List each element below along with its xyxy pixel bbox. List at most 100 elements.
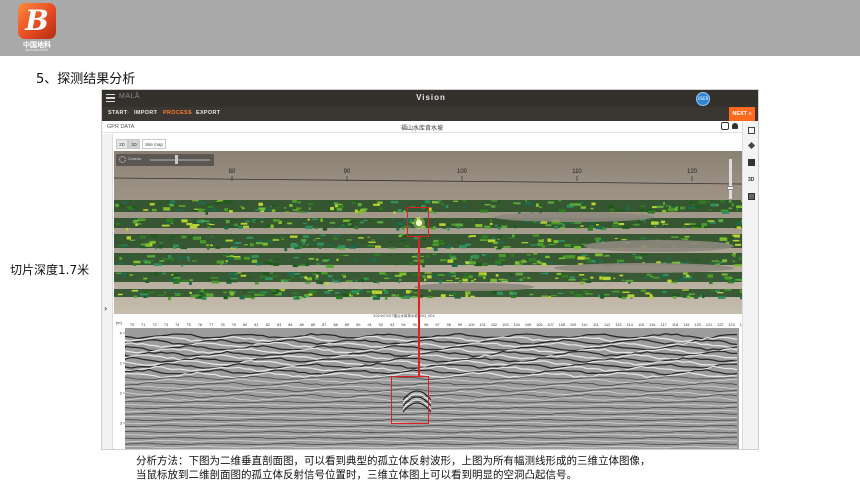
slice-speck bbox=[390, 200, 399, 204]
depth-tick-label: 1 bbox=[120, 361, 123, 366]
slice-speck bbox=[652, 276, 660, 279]
slice-speck bbox=[179, 260, 182, 262]
slice-speck bbox=[557, 292, 564, 295]
slice-speck bbox=[170, 278, 177, 281]
slice-speck bbox=[158, 202, 162, 205]
slice-speck bbox=[224, 200, 233, 204]
pin-icon[interactable] bbox=[747, 141, 756, 150]
slice-speck bbox=[333, 237, 338, 240]
slice-speck bbox=[122, 275, 125, 278]
zoom-slider-thumb[interactable] bbox=[727, 186, 734, 190]
opacity-slider-thumb[interactable] bbox=[175, 155, 178, 164]
slice-speck bbox=[548, 295, 551, 299]
next-button[interactable]: NEXT » bbox=[729, 107, 755, 121]
anomaly-marker-2d bbox=[391, 376, 429, 424]
profile-x-tick-label: 96 bbox=[424, 323, 428, 327]
tab-2d[interactable]: 2D bbox=[116, 139, 128, 149]
slice-speck bbox=[143, 209, 149, 211]
slice-speck bbox=[409, 262, 414, 266]
slice-speck bbox=[541, 262, 547, 266]
slice-speck bbox=[465, 291, 471, 295]
slice-speck bbox=[317, 262, 323, 264]
slice-speck bbox=[539, 238, 542, 240]
slice-speck bbox=[232, 280, 238, 283]
slice-speck bbox=[736, 207, 739, 211]
slice-speck bbox=[167, 289, 172, 291]
step-start[interactable]: START bbox=[108, 110, 127, 116]
zoom-slider[interactable] bbox=[729, 159, 732, 199]
slice-speck bbox=[359, 221, 364, 224]
slice-speck bbox=[693, 296, 700, 298]
slice-speck bbox=[204, 220, 210, 222]
chart-icon[interactable] bbox=[748, 159, 755, 166]
slice-speck bbox=[390, 276, 395, 279]
slice-speck bbox=[163, 207, 171, 211]
step-process[interactable]: PROCESS bbox=[163, 110, 192, 116]
slice-speck bbox=[271, 292, 279, 295]
slice-speck bbox=[454, 297, 461, 299]
step-import[interactable]: IMPORT bbox=[134, 110, 157, 116]
step-export[interactable]: EXPORT bbox=[196, 110, 220, 116]
slice-speck bbox=[377, 201, 383, 204]
slice-speck bbox=[667, 257, 671, 261]
opacity-slider[interactable] bbox=[150, 159, 210, 161]
slice-speck bbox=[437, 200, 442, 202]
profile-x-tick-label: 121 bbox=[706, 323, 712, 327]
tab-3d[interactable]: 3D bbox=[128, 139, 140, 149]
slice-speck bbox=[237, 272, 242, 274]
slice-speck bbox=[117, 262, 125, 265]
slice-speck bbox=[217, 200, 224, 202]
bell-icon[interactable] bbox=[732, 123, 738, 129]
slice-speck bbox=[232, 246, 238, 249]
slice-speck bbox=[529, 293, 534, 296]
slice-speck bbox=[367, 236, 371, 238]
slice-speck bbox=[481, 235, 488, 239]
slice-speck bbox=[561, 222, 566, 224]
slice-speck bbox=[718, 219, 724, 223]
user-avatar[interactable]: USER bbox=[696, 92, 710, 106]
slice-speck bbox=[166, 218, 174, 222]
slice-speck bbox=[140, 293, 148, 296]
slice-speck bbox=[379, 207, 383, 210]
layers-icon[interactable] bbox=[748, 127, 755, 134]
slice-speck bbox=[354, 225, 359, 230]
map-icon[interactable] bbox=[748, 193, 755, 200]
slice-speck bbox=[342, 293, 350, 297]
profile-x-tick-label: 109 bbox=[570, 323, 576, 327]
slice-speck bbox=[384, 296, 388, 300]
slice-speck bbox=[297, 211, 304, 213]
chevron-right-icon[interactable]: › bbox=[104, 304, 107, 313]
slice-speck bbox=[694, 205, 702, 208]
slice-speck bbox=[580, 201, 585, 205]
slice-speck bbox=[545, 272, 549, 275]
slice-speck bbox=[621, 239, 627, 241]
slice-speck bbox=[477, 274, 484, 277]
slice-speck bbox=[721, 273, 728, 276]
slice-speck bbox=[373, 281, 377, 283]
slice-speck bbox=[313, 239, 316, 241]
gear-icon[interactable] bbox=[119, 156, 126, 163]
slice-speck bbox=[265, 277, 273, 281]
profile-x-tick-label: 81 bbox=[254, 323, 258, 327]
3d-icon[interactable]: 3D bbox=[748, 177, 755, 184]
slice-speck bbox=[708, 262, 714, 265]
slice-speck bbox=[558, 200, 562, 202]
fit-icon[interactable] bbox=[721, 122, 729, 130]
2d-radargram[interactable] bbox=[125, 328, 739, 449]
slice-speck bbox=[545, 255, 550, 259]
slice-speck bbox=[595, 239, 600, 243]
profile-x-tick-label: 115 bbox=[638, 323, 644, 327]
slice-speck bbox=[258, 239, 263, 243]
tab-site-map[interactable]: Site map bbox=[142, 139, 166, 149]
slice-speck bbox=[489, 222, 493, 225]
slice-speck bbox=[596, 259, 604, 263]
profile-x-tick-label: 119 bbox=[683, 323, 689, 327]
slice-speck bbox=[613, 221, 619, 224]
slice-speck bbox=[207, 205, 214, 208]
slice-speck bbox=[618, 294, 622, 298]
slice-speck bbox=[413, 273, 421, 276]
slice-speck bbox=[146, 260, 155, 262]
slice-speck bbox=[133, 263, 137, 266]
slice-speck bbox=[138, 219, 146, 221]
slice-speck bbox=[144, 261, 151, 264]
